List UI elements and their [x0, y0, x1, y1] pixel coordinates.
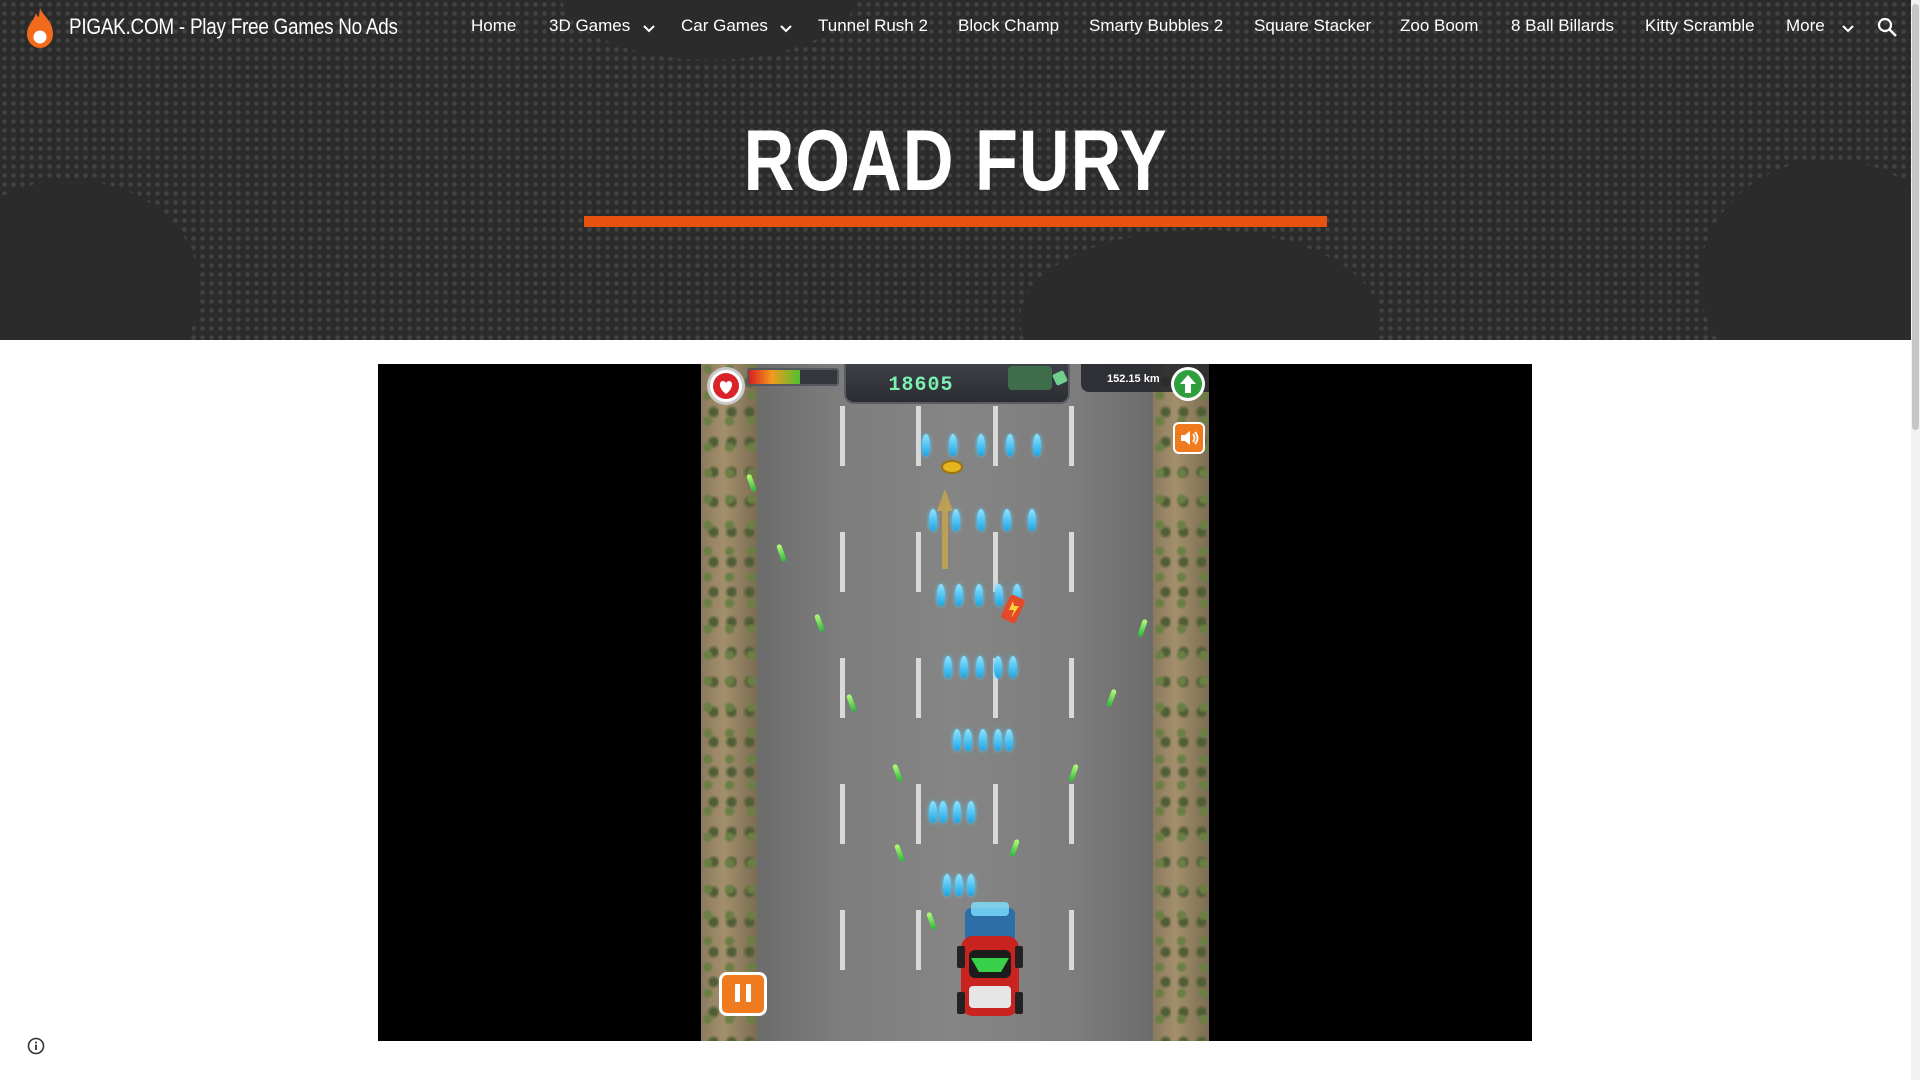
- site-title[interactable]: PIGAK.COM - Play Free Games No Ads: [69, 14, 398, 40]
- nav-item-kitty-scramble[interactable]: Kitty Scramble: [1645, 16, 1755, 36]
- score-value: 18605: [888, 374, 954, 397]
- chevron-down-icon[interactable]: [779, 22, 793, 36]
- player-car: [957, 902, 1023, 1016]
- speaker-icon: [1181, 431, 1199, 445]
- flame-logo-icon[interactable]: [25, 7, 55, 49]
- nav-item-square-stacker[interactable]: Square Stacker: [1254, 16, 1371, 36]
- arrow-up-icon: [1174, 370, 1202, 398]
- scrollbar-thumb[interactable]: [1912, 4, 1919, 430]
- nav-item-block-champ[interactable]: Block Champ: [958, 16, 1059, 36]
- page-header: PIGAK.COM - Play Free Games No Ads Home …: [0, 0, 1911, 340]
- nav-item-8-ball-billards[interactable]: 8 Ball Billards: [1511, 16, 1614, 36]
- pause-button[interactable]: [719, 972, 767, 1016]
- nav-item-3d-games[interactable]: 3D Games: [549, 16, 630, 36]
- roadside-left: [701, 364, 757, 1041]
- chevron-down-icon[interactable]: [642, 22, 656, 36]
- sound-button[interactable]: [1173, 422, 1205, 454]
- nav-item-car-games[interactable]: Car Games: [681, 16, 768, 36]
- pause-icon: [735, 984, 751, 1002]
- direction-arrow: [937, 489, 953, 569]
- chevron-down-icon[interactable]: [1841, 22, 1855, 36]
- game-embed[interactable]: 18605 152.15 km: [378, 364, 1532, 1041]
- game-canvas[interactable]: 18605 152.15 km: [701, 364, 1209, 1041]
- info-icon[interactable]: [27, 1037, 45, 1055]
- nav-item-tunnel-rush-2[interactable]: Tunnel Rush 2: [818, 16, 928, 36]
- nav-item-more[interactable]: More: [1786, 16, 1825, 36]
- road: [746, 364, 1153, 1041]
- roadside-right: [1153, 364, 1209, 1041]
- nav-item-smarty-bubbles-2[interactable]: Smarty Bubbles 2: [1089, 16, 1223, 36]
- health-bar: [747, 368, 839, 386]
- coin: [941, 460, 963, 474]
- title-underline: [584, 216, 1327, 227]
- powerup-item: [1001, 594, 1025, 624]
- enemy-car-icon: [1008, 366, 1068, 390]
- heart-icon: [713, 373, 739, 399]
- distance-readout: 152.15 km: [1107, 373, 1160, 385]
- life-button[interactable]: [707, 367, 745, 405]
- page-title: ROAD FURY: [743, 113, 1168, 209]
- nav-item-home[interactable]: Home: [471, 16, 516, 36]
- top-navigation-bar: PIGAK.COM - Play Free Games No Ads Home …: [0, 0, 1911, 56]
- boost-button[interactable]: [1171, 367, 1205, 401]
- nav-item-zoo-boom[interactable]: Zoo Boom: [1400, 16, 1478, 36]
- health-bar-fill: [749, 370, 801, 384]
- search-icon[interactable]: [1876, 16, 1898, 38]
